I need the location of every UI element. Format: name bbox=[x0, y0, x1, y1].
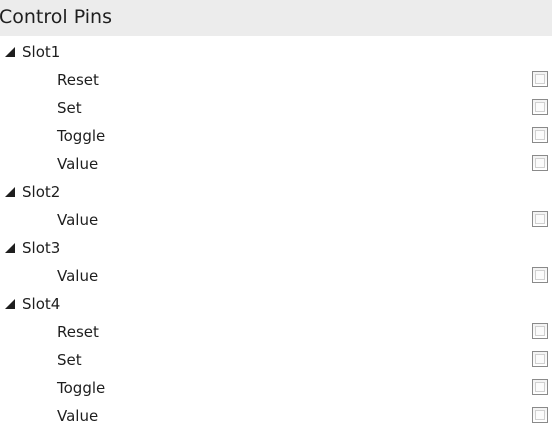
expanded-triangle-icon[interactable] bbox=[4, 297, 18, 311]
slot-group-row[interactable]: Slot4 bbox=[0, 290, 552, 318]
pin-label: Reset bbox=[57, 323, 99, 341]
pin-checkbox[interactable] bbox=[532, 99, 548, 115]
slot-label: Slot2 bbox=[22, 183, 61, 201]
pin-row: Value bbox=[0, 150, 552, 178]
pin-label: Set bbox=[57, 99, 82, 117]
pin-label: Toggle bbox=[57, 379, 106, 397]
pin-row: Reset bbox=[0, 318, 552, 346]
panel-title: Control Pins bbox=[0, 6, 112, 28]
pin-label: Toggle bbox=[57, 127, 106, 145]
pin-checkbox[interactable] bbox=[532, 71, 548, 87]
expanded-triangle-icon[interactable] bbox=[4, 45, 18, 59]
slot-label: Slot3 bbox=[22, 239, 61, 257]
pin-checkbox[interactable] bbox=[532, 211, 548, 227]
pin-label: Set bbox=[57, 351, 82, 369]
pin-label: Value bbox=[57, 407, 99, 425]
pin-checkbox[interactable] bbox=[532, 127, 548, 143]
slot-group-row[interactable]: Slot3 bbox=[0, 234, 552, 262]
pin-row: Set bbox=[0, 346, 552, 374]
pin-label: Value bbox=[57, 155, 99, 173]
pin-label: Value bbox=[57, 211, 99, 229]
slot-label: Slot4 bbox=[22, 295, 61, 313]
pin-checkbox[interactable] bbox=[532, 379, 548, 395]
pin-checkbox[interactable] bbox=[532, 267, 548, 283]
panel-header: Control Pins bbox=[0, 0, 552, 36]
pin-checkbox[interactable] bbox=[532, 323, 548, 339]
pin-checkbox[interactable] bbox=[532, 407, 548, 423]
slot-tree: Slot1 Reset Set Toggle Value Slot2 Value bbox=[0, 38, 552, 430]
pin-label: Reset bbox=[57, 71, 99, 89]
pin-row: Value bbox=[0, 206, 552, 234]
pin-row: Toggle bbox=[0, 122, 552, 150]
slot-group-row[interactable]: Slot1 bbox=[0, 38, 552, 66]
pin-row: Toggle bbox=[0, 374, 552, 402]
expanded-triangle-icon[interactable] bbox=[4, 185, 18, 199]
pin-checkbox[interactable] bbox=[532, 351, 548, 367]
slot-label: Slot1 bbox=[22, 43, 61, 61]
expanded-triangle-icon[interactable] bbox=[4, 241, 18, 255]
pin-label: Value bbox=[57, 267, 99, 285]
pin-row: Value bbox=[0, 402, 552, 430]
control-pins-panel: Control Pins Slot1 Reset Set Toggle Valu… bbox=[0, 0, 552, 443]
slot-group-row[interactable]: Slot2 bbox=[0, 178, 552, 206]
pin-checkbox[interactable] bbox=[532, 155, 548, 171]
pin-row: Reset bbox=[0, 66, 552, 94]
pin-row: Set bbox=[0, 94, 552, 122]
pin-row: Value bbox=[0, 262, 552, 290]
